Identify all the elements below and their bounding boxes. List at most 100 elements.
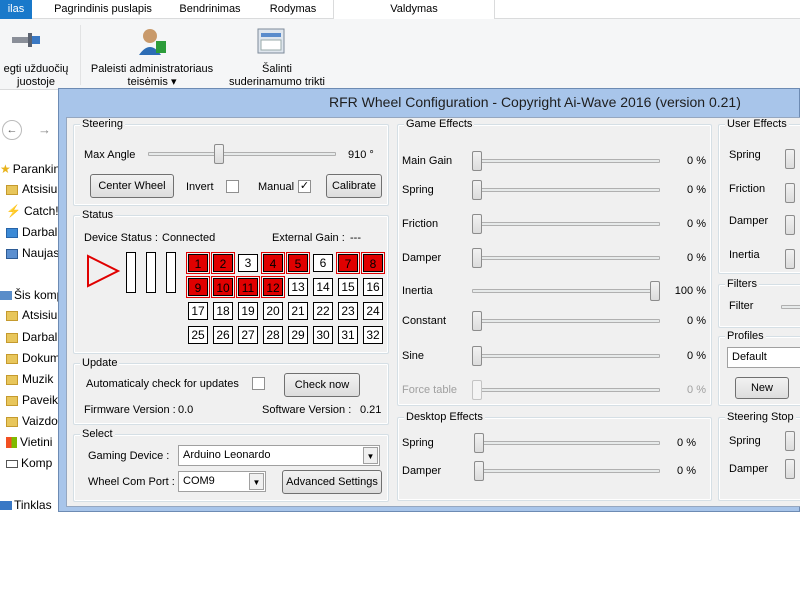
button-indicator: 13	[288, 278, 308, 296]
nav-item[interactable]: Paveik	[6, 391, 58, 409]
button-number: 29	[291, 328, 305, 342]
steering-group-title: Steering	[80, 118, 125, 131]
user-friction-slider[interactable]	[785, 183, 795, 203]
effect-slider[interactable]	[472, 311, 482, 331]
user-inertia-slider[interactable]	[785, 249, 795, 269]
tab-manage[interactable]: Valdymas	[333, 0, 495, 20]
forward-arrow-icon[interactable]: →	[38, 122, 51, 137]
nav-item[interactable]: Tinklas	[0, 496, 52, 514]
pin-to-taskbar-icon	[10, 27, 42, 53]
button-indicator: 20	[263, 302, 283, 320]
effect-label: Friction	[402, 218, 439, 230]
game-effects-group: Game Effects Main Gain 0 % Spring 0 % Fricti…	[397, 118, 712, 406]
filter-track[interactable]	[781, 305, 800, 309]
button-number: 10	[216, 281, 230, 295]
nav-item[interactable]: ★ Parankin	[0, 160, 60, 178]
nav-item[interactable]: Darbal	[6, 328, 57, 346]
nav-item[interactable]: ⚡ Catch!	[6, 202, 59, 220]
nav-item[interactable]: Vaizdo	[6, 412, 58, 430]
button-indicator: 3	[238, 254, 258, 272]
max-angle-label: Max Angle	[84, 149, 136, 161]
lightning-icon: ⚡	[6, 204, 21, 218]
compat-label-line1: Šalinti	[262, 63, 292, 75]
button-indicator: 14	[313, 278, 333, 296]
user-spring-label: Spring	[729, 149, 761, 161]
tab-view[interactable]: Rodymas	[258, 0, 328, 19]
profiles-group-title: Profiles	[725, 330, 766, 343]
com-port-select[interactable]: COM9 ▼	[178, 471, 266, 492]
nav-item[interactable]: Šis komp	[0, 286, 63, 304]
computer-icon	[0, 291, 12, 301]
tab-share[interactable]: Bendrinimas	[167, 0, 253, 19]
user-effects-group-title: User Effects	[725, 118, 789, 131]
user-inertia-label: Inertia	[729, 249, 760, 261]
back-arrow-icon[interactable]: ←	[2, 120, 22, 140]
effect-slider[interactable]	[650, 281, 660, 301]
button-indicator: 26	[213, 326, 233, 344]
folder-icon	[6, 353, 18, 364]
filters-group-title: Filters	[725, 278, 759, 291]
nav-item[interactable]: Muzik	[6, 370, 53, 388]
stop-damper-label: Damper	[729, 463, 769, 475]
dropdown-arrow-icon[interactable]: ▼	[363, 447, 378, 464]
nav-item[interactable]: Atsisiu	[6, 180, 57, 198]
effect-label: Spring	[402, 437, 434, 449]
effect-slider[interactable]	[472, 180, 482, 200]
button-indicator: 10	[211, 276, 235, 298]
center-wheel-button[interactable]: Center Wheel	[90, 174, 174, 198]
effect-slider[interactable]	[472, 214, 482, 234]
auto-check-checkbox[interactable]	[252, 377, 265, 390]
effect-slider-track	[472, 388, 660, 392]
advanced-settings-button[interactable]: Advanced Settings	[282, 470, 382, 494]
check-mark-icon: ✓	[299, 180, 310, 192]
run-as-admin-button[interactable]: Paleisti administratoriaus teisėmis ▾	[84, 63, 220, 89]
run-as-admin-icon	[136, 25, 168, 57]
effect-slider[interactable]	[474, 461, 484, 481]
effect-slider[interactable]	[472, 248, 482, 268]
title-bar: RFR Wheel Configuration - Copyright Ai-W…	[59, 89, 800, 117]
stop-spring-label: Spring	[729, 435, 761, 447]
gaming-device-select[interactable]: Arduino Leonardo ▼	[178, 445, 380, 466]
button-number: 15	[341, 280, 355, 294]
troubleshoot-compat-button[interactable]: Šalinti suderinamumo trikti	[218, 63, 336, 89]
tab-home[interactable]: Pagrindinis puslapis	[44, 0, 162, 19]
effect-value: 0 %	[687, 184, 706, 196]
device-status-value: Connected	[162, 232, 216, 244]
effect-slider[interactable]	[472, 346, 482, 366]
button-indicator: 31	[338, 326, 358, 344]
calibrate-button[interactable]: Calibrate	[326, 174, 382, 198]
dropdown-arrow-icon[interactable]: ▼	[249, 473, 264, 490]
new-profile-button[interactable]: New	[735, 377, 789, 399]
button-number: 17	[191, 304, 205, 318]
manual-checkbox[interactable]: ✓	[298, 180, 311, 193]
button-indicator: 28	[263, 326, 283, 344]
button-number: 14	[316, 280, 330, 294]
nav-item[interactable]: Vietini	[6, 433, 52, 451]
pin-to-taskbar-button[interactable]: egti užduočių juostoje	[0, 63, 72, 89]
check-now-button[interactable]: Check now	[284, 373, 360, 397]
stop-damper-slider[interactable]	[785, 459, 795, 479]
gaming-device-label: Gaming Device :	[88, 450, 170, 462]
nav-item[interactable]: Darbal	[6, 223, 57, 241]
tab-file[interactable]: ilas	[0, 0, 32, 19]
new-icon	[6, 248, 18, 259]
ribbon-tab-bar: ilas Pagrindinis puslapis Bendrinimas Ro…	[0, 0, 800, 20]
nav-item[interactable]: Dokum	[6, 349, 60, 367]
com-port-label: Wheel Com Port :	[88, 476, 175, 488]
game-effects-group-title: Game Effects	[404, 118, 475, 131]
nav-item[interactable]: Atsisiu	[6, 306, 57, 324]
max-angle-slider[interactable]	[213, 144, 224, 164]
nav-item[interactable]: Naujas	[6, 244, 59, 262]
profile-select[interactable]: Default	[727, 347, 800, 368]
effect-slider[interactable]	[474, 433, 484, 453]
nav-item[interactable]: Komp	[6, 454, 52, 472]
invert-checkbox[interactable]	[226, 180, 239, 193]
user-damper-slider[interactable]	[785, 215, 795, 235]
button-number: 12	[266, 281, 280, 295]
effect-slider[interactable]	[472, 151, 482, 171]
user-spring-slider[interactable]	[785, 149, 795, 169]
ribbon-separator	[80, 25, 81, 85]
folder-icon	[6, 332, 18, 343]
button-indicator: 32	[363, 326, 383, 344]
stop-spring-slider[interactable]	[785, 431, 795, 451]
